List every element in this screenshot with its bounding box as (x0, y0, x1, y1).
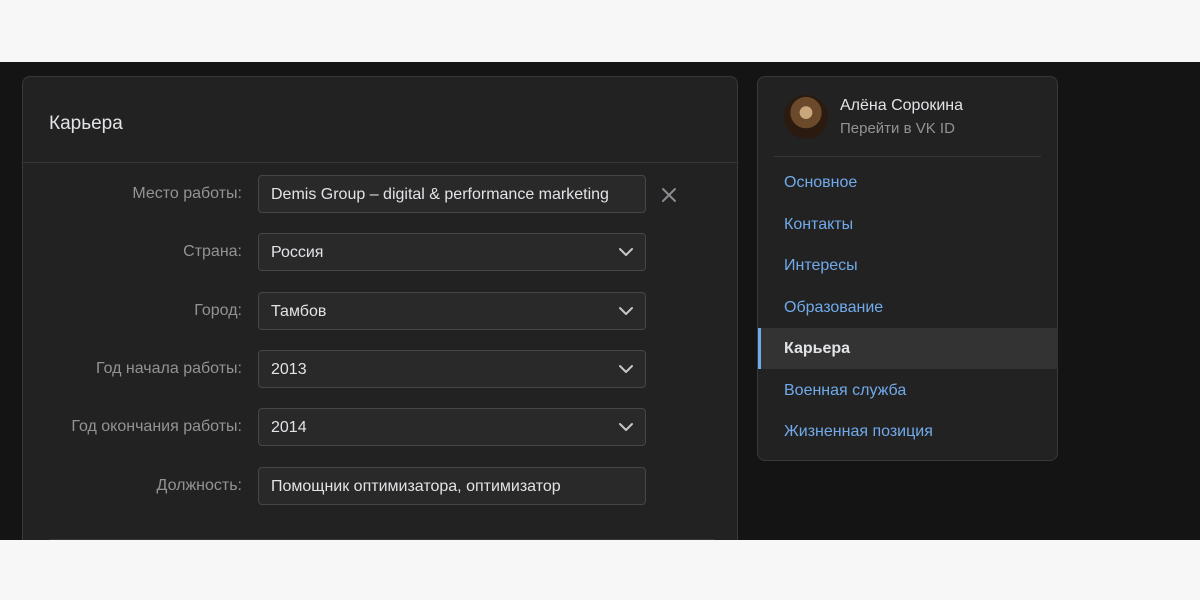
position-value: Помощник оптимизатора, оптимизатор (271, 478, 561, 495)
start-year-select[interactable]: 2013 (258, 350, 646, 388)
workplace-label: Место работы: (132, 185, 242, 202)
close-icon[interactable] (661, 187, 677, 203)
start-year-label: Год начала работы: (96, 360, 242, 377)
career-card: Карьера Место работы: Demis Group – digi… (22, 76, 738, 540)
user-name[interactable]: Алёна Сорокина (840, 96, 963, 116)
city-select[interactable]: Тамбов (258, 292, 646, 330)
city-value: Тамбов (271, 303, 327, 320)
sidebar-divider (774, 156, 1041, 157)
position-input[interactable]: Помощник оптимизатора, оптимизатор (258, 467, 646, 505)
start-year-value: 2013 (271, 361, 307, 378)
settings-page: Карьера Место работы: Demis Group – digi… (0, 62, 1200, 540)
country-value: Россия (271, 244, 324, 261)
chevron-down-icon (619, 423, 633, 431)
position-label: Должность: (156, 477, 242, 494)
card-divider (23, 162, 737, 163)
chevron-down-icon (619, 248, 633, 256)
card-title: Карьера (49, 113, 123, 134)
sidebar-item-main[interactable]: Основное (758, 162, 1058, 203)
workplace-input[interactable]: Demis Group – digital & performance mark… (258, 175, 646, 213)
avatar[interactable] (784, 95, 828, 139)
section-divider (49, 539, 715, 540)
end-year-label: Год окончания работы: (71, 418, 242, 435)
city-label: Город: (194, 302, 242, 319)
sidebar-item-contacts[interactable]: Контакты (758, 204, 1058, 245)
sidebar-item-life-position[interactable]: Жизненная позиция (758, 411, 1058, 452)
country-label: Страна: (183, 243, 242, 260)
sidebar-item-career[interactable]: Карьера (758, 328, 1058, 369)
end-year-value: 2014 (271, 419, 307, 436)
sidebar-item-education[interactable]: Образование (758, 287, 1058, 328)
workplace-value: Demis Group – digital & performance mark… (271, 186, 609, 203)
country-select[interactable]: Россия (258, 233, 646, 271)
settings-sidebar: Алёна Сорокина Перейти в VK ID Основное … (757, 76, 1058, 461)
sidebar-item-military[interactable]: Военная служба (758, 370, 1058, 411)
chevron-down-icon (619, 365, 633, 373)
vk-id-link[interactable]: Перейти в VK ID (840, 120, 955, 138)
end-year-select[interactable]: 2014 (258, 408, 646, 446)
sidebar-item-interests[interactable]: Интересы (758, 245, 1058, 286)
chevron-down-icon (619, 307, 633, 315)
